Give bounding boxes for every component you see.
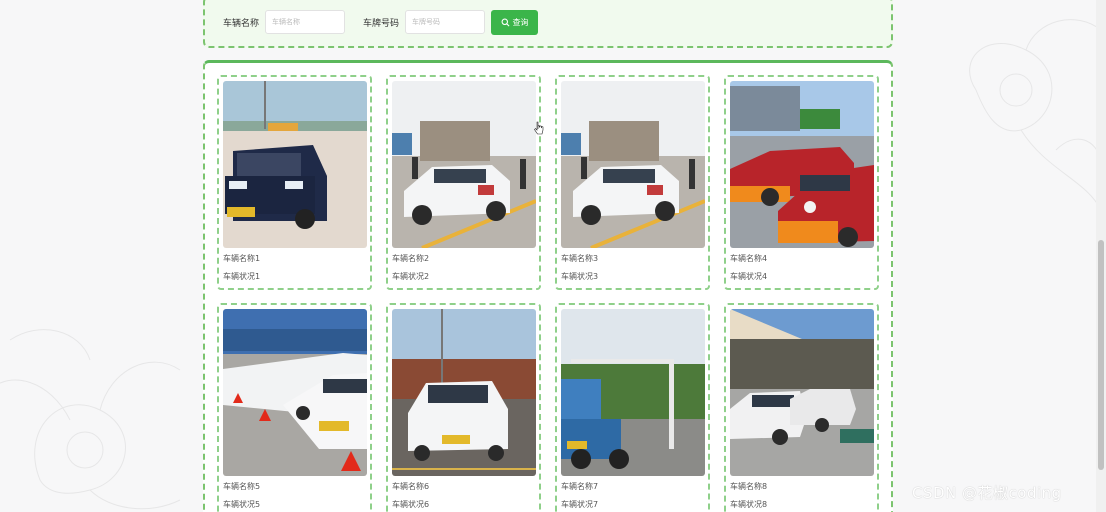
vehicle-card[interactable]: 车辆名称8 车辆状况8: [724, 303, 879, 512]
vehicle-photo[interactable]: [392, 309, 536, 476]
vehicle-card[interactable]: 车辆名称6 车辆状况6: [386, 303, 541, 512]
vehicle-photo[interactable]: [561, 309, 705, 476]
vehicle-photo[interactable]: [223, 81, 367, 248]
vehicle-name: 车辆名称6: [392, 482, 430, 491]
vehicle-status: 车辆状况5: [223, 500, 261, 509]
vehicle-name: 车辆名称8: [730, 482, 768, 491]
vehicle-photo[interactable]: [730, 81, 874, 248]
plate-number-label: 车牌号码: [363, 18, 400, 29]
vehicle-status: 车辆状况8: [730, 500, 768, 509]
vehicle-status: 车辆状况2: [392, 272, 430, 281]
vehicle-photo[interactable]: [561, 81, 705, 248]
plate-number-input[interactable]: [405, 10, 486, 34]
mouse-cursor-icon: [534, 121, 544, 135]
vehicle-name: 车辆名称3: [561, 254, 599, 263]
vehicle-list-panel: 车辆名称1 车辆状况1 车辆名称2 车辆状况2 车辆名称3 车辆状况3 车辆名称…: [203, 60, 893, 512]
vehicle-status: 车辆状况4: [730, 272, 768, 281]
search-panel: 车辆名称 车牌号码 查询: [203, 0, 893, 48]
watermark: CSDN @花椒coding: [912, 484, 1062, 502]
floral-decoration: [0, 329, 181, 510]
vehicle-card[interactable]: 车辆名称7 车辆状况7: [555, 303, 710, 512]
vehicle-photo[interactable]: [223, 309, 367, 476]
vehicle-status: 车辆状况1: [223, 272, 261, 281]
search-button-label: 查询: [512, 17, 529, 27]
vehicle-photo[interactable]: [392, 81, 536, 248]
search-button[interactable]: 查询: [491, 9, 539, 35]
vehicle-status: 车辆状况3: [561, 272, 599, 281]
vehicle-name: 车辆名称4: [730, 254, 768, 263]
vehicle-name-input[interactable]: [265, 10, 346, 34]
vehicle-name: 车辆名称2: [392, 254, 430, 263]
vehicle-name-label: 车辆名称: [223, 18, 260, 29]
vehicle-status: 车辆状况6: [392, 500, 430, 509]
page-scrollbar[interactable]: [1096, 0, 1106, 512]
vehicle-photo[interactable]: [730, 309, 874, 476]
vehicle-card[interactable]: 车辆名称4 车辆状况4: [724, 75, 879, 290]
search-icon: [501, 18, 510, 26]
vehicle-card[interactable]: 车辆名称2 车辆状况2: [386, 75, 541, 290]
vehicle-name: 车辆名称7: [561, 482, 599, 491]
vehicle-status: 车辆状况7: [561, 500, 599, 509]
vehicle-name: 车辆名称1: [223, 254, 261, 263]
vehicle-card[interactable]: 车辆名称3 车辆状况3: [555, 75, 710, 290]
vehicle-card[interactable]: 车辆名称1 车辆状况1: [217, 75, 372, 290]
vehicle-card[interactable]: 车辆名称5 车辆状况5: [217, 303, 372, 512]
scrollbar-thumb[interactable]: [1098, 240, 1104, 470]
vehicle-name: 车辆名称5: [223, 482, 261, 491]
floral-decoration: [969, 19, 1102, 211]
